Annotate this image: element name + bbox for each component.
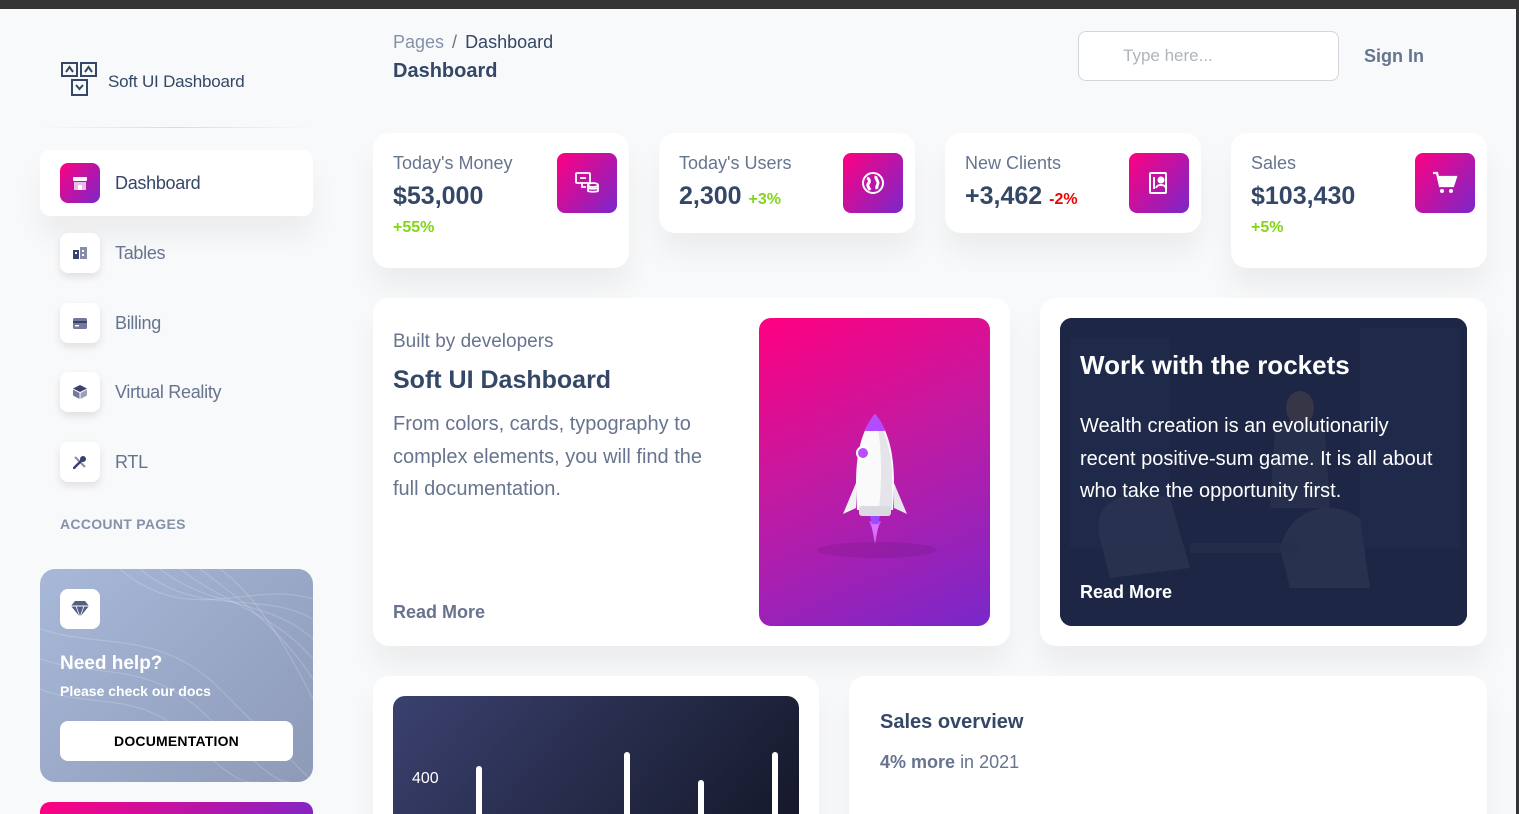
sidebar-item-virtual-reality[interactable]: Virtual Reality: [40, 359, 313, 425]
office-icon: [60, 233, 100, 273]
window-top-bar: [0, 0, 1519, 9]
active-users-chart-card: 400: [373, 676, 819, 814]
money-coins-icon: [557, 153, 617, 213]
sidebar-item-label: Virtual Reality: [115, 381, 222, 402]
stat-card-sales: Sales $103,430 +5%: [1231, 133, 1487, 268]
sales-overview-card: Sales overview 4% more in 2021: [849, 676, 1487, 814]
rockets-description: Wealth creation is an evolutionarily rec…: [1080, 415, 1433, 502]
y-tick-label: 400: [412, 770, 439, 787]
rockets-background-image: Work with the rockets Wealth creation is…: [1060, 318, 1467, 626]
logo-icon: [60, 60, 98, 103]
stat-change: +3%: [748, 191, 781, 208]
info-read-more-link[interactable]: Read More: [393, 602, 485, 623]
brand-name: Soft UI Dashboard: [108, 71, 245, 91]
sidebar-divider: [40, 127, 312, 128]
breadcrumb-separator: /: [452, 32, 458, 52]
stat-card-money: Today's Money $53,000 +55%: [373, 133, 629, 268]
sales-overview-title: Sales overview: [880, 711, 1024, 733]
sign-in-link[interactable]: Sign In: [1364, 46, 1424, 67]
sidebar-item-rtl[interactable]: RTL: [40, 429, 313, 495]
shop-icon: [60, 163, 100, 203]
stat-change: -2%: [1049, 191, 1078, 208]
help-title: Need help?: [60, 653, 163, 674]
rockets-read-more-link[interactable]: Read More: [1080, 582, 1172, 603]
box-3d-icon: [60, 372, 100, 412]
breadcrumb-pages-link[interactable]: Pages: [393, 32, 444, 52]
chart-bar: [698, 780, 704, 814]
diamond-icon: [60, 589, 100, 629]
sales-overview-subtitle: 4% more in 2021: [880, 752, 1019, 773]
info-description: From colors, cards, typography to comple…: [393, 413, 703, 500]
stat-value: +3,462: [965, 182, 1043, 210]
chart-bar: [476, 766, 482, 814]
upgrade-button[interactable]: [40, 802, 313, 814]
help-card: Need help? Please check our docs DOCUMEN…: [40, 569, 313, 782]
sidebar-item-label: RTL: [115, 451, 148, 472]
search-input[interactable]: [1078, 31, 1339, 81]
help-subtitle: Please check our docs: [60, 683, 211, 699]
sales-suffix: in 2021: [960, 752, 1020, 772]
sidebar-item-label: Billing: [115, 312, 161, 333]
bar-chart-panel: 400: [393, 696, 799, 814]
sidebar-item-tables[interactable]: Tables: [40, 220, 313, 286]
cart-icon: [1415, 153, 1475, 213]
brand[interactable]: Soft UI Dashboard: [60, 60, 245, 103]
rockets-card: Work with the rockets Wealth creation is…: [1040, 298, 1487, 646]
sidebar-item-label: Tables: [115, 242, 166, 263]
rockets-title: Work with the rockets: [1080, 350, 1350, 380]
stat-card-users: Today's Users 2,300 +3%: [659, 133, 915, 233]
rocket-icon: [817, 414, 937, 558]
stat-value: 2,300: [679, 182, 742, 210]
rocket-illustration-panel: [759, 318, 990, 626]
sidebar-section-title: ACCOUNT PAGES: [60, 516, 186, 532]
stat-change: +55%: [393, 219, 435, 236]
stat-change: +5%: [1251, 219, 1284, 236]
credit-card-icon: [60, 303, 100, 343]
info-card: Built by developers Soft UI Dashboard Fr…: [373, 298, 1010, 646]
sales-highlight: 4% more: [880, 752, 956, 772]
breadcrumb-current: Dashboard: [465, 32, 554, 52]
sidebar-item-billing[interactable]: Billing: [40, 290, 313, 356]
info-overline: Built by developers: [393, 331, 554, 352]
stat-card-clients: New Clients +3,462 -2%: [945, 133, 1201, 233]
sidebar-item-label: Dashboard: [115, 172, 201, 193]
breadcrumb: Pages / Dashboard: [393, 32, 553, 53]
world-icon: [843, 153, 903, 213]
chart-bar: [624, 752, 630, 814]
page-title: Dashboard: [393, 60, 498, 82]
settings-tools-icon: [60, 442, 100, 482]
info-title: Soft UI Dashboard: [393, 366, 612, 394]
sidebar-item-dashboard[interactable]: Dashboard: [40, 150, 313, 216]
paper-diploma-icon: [1129, 153, 1189, 213]
chart-bar: [772, 752, 778, 814]
documentation-button[interactable]: DOCUMENTATION: [60, 721, 293, 761]
